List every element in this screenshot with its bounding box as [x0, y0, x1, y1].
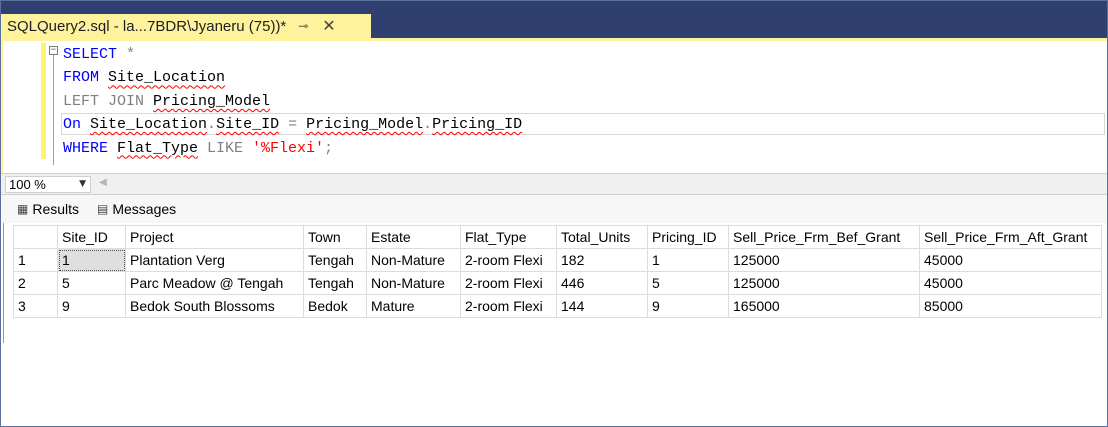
code-token: =: [279, 116, 307, 134]
column-header[interactable]: Pricing_ID: [647, 225, 729, 249]
grid-body: 1 1 Plantation Verg Tengah Non-Mature 2-room …: [13, 248, 1102, 318]
grid-header-row: Site_ID Project Town Estate Flat_Type Total_U…: [13, 225, 1102, 249]
code-token: Site_Location: [108, 69, 226, 87]
close-icon[interactable]: ✕: [322, 18, 335, 34]
collapse-icon[interactable]: −: [49, 46, 58, 55]
code-line[interactable]: LEFT JOIN Pricing_Model: [63, 90, 522, 113]
column-header[interactable]: Site_ID: [57, 225, 126, 249]
code-token: Flat_Type: [117, 139, 199, 157]
document-tab-strip: SQLQuery2.sql - la...7BDR\Jyaneru (75))*…: [1, 1, 1107, 38]
grid-cell[interactable]: 446: [556, 271, 648, 295]
grid-cell[interactable]: 125000: [728, 248, 920, 272]
tab-sqlquery2[interactable]: SQLQuery2.sql - la...7BDR\Jyaneru (75))*…: [1, 14, 371, 38]
grid-cell[interactable]: 45000: [919, 248, 1102, 272]
grid-left-edge: [3, 223, 4, 343]
change-bar: [41, 43, 46, 159]
chevron-down-icon: ▼: [79, 179, 86, 189]
code-token: Site_ID: [216, 116, 280, 134]
grid-cell[interactable]: Bedok South Blossoms: [125, 294, 304, 318]
grid-cell[interactable]: 5: [57, 271, 126, 295]
row-number[interactable]: 2: [13, 271, 58, 295]
code-token: Pricing_Model: [306, 116, 424, 134]
grid-cell[interactable]: 2-room Flexi: [460, 248, 557, 272]
pin-icon[interactable]: ⊸: [298, 19, 312, 33]
grid-cell[interactable]: 9: [57, 294, 126, 318]
tab-results-label: Results: [32, 201, 80, 217]
code-line[interactable]: SELECT *: [63, 43, 522, 66]
zoom-dropdown[interactable]: 100 % ▼: [5, 176, 91, 193]
grid-cell[interactable]: Tengah: [303, 271, 367, 295]
column-header[interactable]: Estate: [366, 225, 461, 249]
grid-cell[interactable]: 182: [556, 248, 648, 272]
grid-cell[interactable]: Plantation Verg: [125, 248, 304, 272]
code-token: Pricing_ID: [432, 116, 523, 134]
code-token: SELECT: [63, 46, 127, 63]
sql-editor[interactable]: − SELECT * FROM Site_Location LEFT JOIN Pr…: [1, 41, 1107, 173]
row-number-header[interactable]: [13, 225, 58, 249]
grid-cell[interactable]: Parc Meadow @ Tengah: [125, 271, 304, 295]
grid-cell[interactable]: 9: [647, 294, 729, 318]
column-header[interactable]: Total_Units: [556, 225, 648, 249]
tab-messages[interactable]: ▤ Messages: [97, 201, 176, 217]
column-header[interactable]: Sell_Price_Frm_Aft_Grant: [919, 225, 1102, 249]
grid-cell[interactable]: 1: [647, 248, 729, 272]
editor-zoom-bar: 100 % ▼ ◀: [1, 173, 1107, 195]
code-line[interactable]: On Site_Location.Site_ID = Pricing_Model…: [63, 113, 522, 136]
empty-results-space: [1, 345, 1107, 426]
tab-messages-label: Messages: [112, 201, 177, 217]
tab-results[interactable]: ▦ Results: [17, 201, 79, 217]
code-token: LEFT JOIN: [63, 92, 154, 110]
code-line[interactable]: FROM Site_Location: [63, 66, 522, 89]
grid-cell[interactable]: Tengah: [303, 248, 367, 272]
table-row[interactable]: 3 9 Bedok South Blossoms Bedok Mature 2-room …: [13, 294, 1102, 318]
column-header[interactable]: Project: [125, 225, 304, 249]
code-token: '%Flexi': [252, 139, 325, 157]
code-token: .: [207, 116, 217, 134]
grid-cell[interactable]: 125000: [728, 271, 920, 295]
grid-cell[interactable]: 1: [57, 248, 126, 272]
row-number[interactable]: 1: [13, 248, 58, 272]
column-header[interactable]: Town: [303, 225, 367, 249]
scroll-left-icon[interactable]: ◀: [99, 177, 107, 188]
fold-guide-line: [53, 55, 54, 165]
results-tab-bar: ▦ Results ▤ Messages: [1, 195, 1107, 223]
row-number[interactable]: 3: [13, 294, 58, 318]
grid-cell[interactable]: 85000: [919, 294, 1102, 318]
grid-cell[interactable]: 165000: [728, 294, 920, 318]
grid-icon: ▦: [17, 202, 29, 216]
grid-cell[interactable]: Non-Mature: [366, 271, 461, 295]
code-token: WHERE: [63, 139, 118, 157]
grid-cell[interactable]: 2-room Flexi: [460, 271, 557, 295]
table-row[interactable]: 1 1 Plantation Verg Tengah Non-Mature 2-room …: [13, 248, 1102, 272]
results-grid: Site_ID Project Town Estate Flat_Type Total_U…: [13, 225, 1102, 318]
table-row[interactable]: 2 5 Parc Meadow @ Tengah Tengah Non-Mature 2-…: [13, 271, 1102, 295]
messages-icon: ▤: [97, 202, 109, 216]
grid-cell[interactable]: 2-room Flexi: [460, 294, 557, 318]
grid-cell[interactable]: Mature: [366, 294, 461, 318]
code-token: Pricing_Model: [153, 92, 271, 110]
grid-cell[interactable]: Bedok: [303, 294, 367, 318]
grid-cell[interactable]: 144: [556, 294, 648, 318]
column-header[interactable]: Flat_Type: [460, 225, 557, 249]
zoom-value: 100 %: [9, 177, 46, 192]
grid-cell[interactable]: Non-Mature: [366, 248, 461, 272]
code-token: FROM: [63, 69, 109, 87]
code-token: ;: [324, 139, 334, 157]
grid-cell[interactable]: 5: [647, 271, 729, 295]
code-token: Site_Location: [90, 116, 208, 134]
query-window: SQLQuery2.sql - la...7BDR\Jyaneru (75))*…: [0, 0, 1108, 427]
column-header[interactable]: Sell_Price_Frm_Bef_Grant: [728, 225, 920, 249]
code-token: LIKE: [198, 139, 253, 157]
change-tracking-margin: [41, 41, 47, 173]
grid-cell[interactable]: 45000: [919, 271, 1102, 295]
code-token: On: [63, 116, 91, 134]
code-text[interactable]: SELECT * FROM Site_Location LEFT JOIN Pric…: [63, 43, 522, 160]
code-line[interactable]: WHERE Flat_Type LIKE '%Flexi';: [63, 137, 522, 160]
code-token: *: [126, 46, 136, 63]
tab-title: SQLQuery2.sql - la...7BDR\Jyaneru (75))*: [7, 17, 287, 35]
code-token: .: [423, 116, 433, 134]
results-grid-area: Site_ID Project Town Estate Flat_Type Total_U…: [1, 223, 1107, 345]
